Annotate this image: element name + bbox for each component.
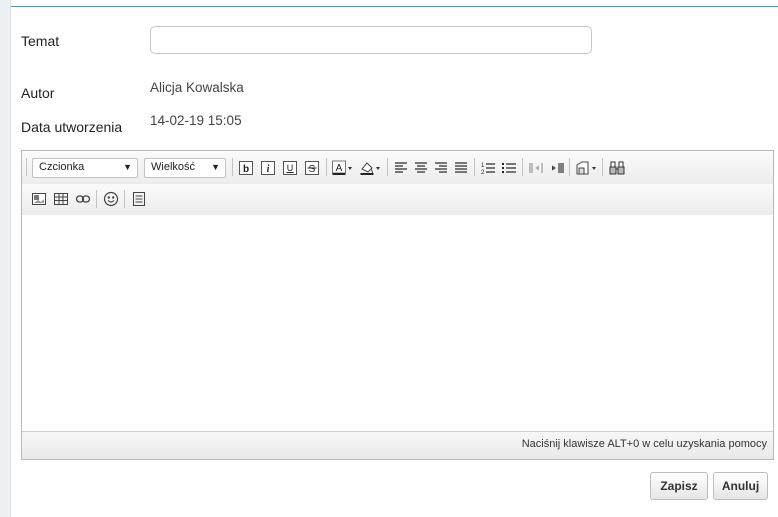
size-select[interactable]: Wielkość ▼ xyxy=(144,158,226,178)
chevron-down-icon: ▼ xyxy=(123,162,132,172)
strikethrough-icon[interactable]: S xyxy=(303,159,321,177)
top-accent-line xyxy=(11,6,778,7)
table-icon[interactable] xyxy=(52,190,70,208)
bold-icon[interactable]: b xyxy=(237,159,255,177)
toolbar-separator xyxy=(96,190,97,208)
align-right-icon[interactable] xyxy=(432,159,450,177)
link-icon[interactable] xyxy=(74,190,92,208)
image-icon[interactable] xyxy=(30,190,48,208)
toolbar-separator xyxy=(124,190,125,208)
toolbar-separator xyxy=(232,158,233,176)
toolbar-separator xyxy=(522,158,523,176)
toolbar-separator xyxy=(569,158,570,176)
size-select-label: Wielkość xyxy=(151,161,196,173)
text-color-icon[interactable]: A xyxy=(330,159,356,177)
svg-text:A: A xyxy=(336,163,343,174)
source-icon[interactable] xyxy=(130,190,148,208)
subject-label: Temat xyxy=(21,33,60,49)
save-button[interactable]: Zapisz xyxy=(650,472,708,500)
background-color-icon[interactable] xyxy=(358,159,384,177)
svg-text:b: b xyxy=(243,164,249,175)
toolbar-separator xyxy=(387,158,388,176)
indent-icon[interactable] xyxy=(547,159,565,177)
underline-icon[interactable]: U xyxy=(281,159,299,177)
align-justify-icon[interactable] xyxy=(452,159,470,177)
font-select-label: Czcionka xyxy=(39,161,85,173)
align-left-icon[interactable] xyxy=(392,159,410,177)
svg-text:1: 1 xyxy=(481,163,485,169)
svg-text:i: i xyxy=(267,164,270,175)
created-date-value: 14-02-19 15:05 xyxy=(150,113,242,128)
created-date-label: Data utworzenia xyxy=(21,119,123,135)
italic-icon[interactable]: i xyxy=(259,159,277,177)
bulleted-list-icon[interactable] xyxy=(500,159,518,177)
font-select[interactable]: Czcionka ▼ xyxy=(32,158,138,178)
author-value: Alicja Kowalska xyxy=(150,80,244,95)
chevron-down-icon: ▼ xyxy=(211,162,220,172)
subject-input[interactable] xyxy=(150,26,592,54)
editor-status-bar: Naciśnij klawisze ALT+0 w celu uzyskania… xyxy=(22,431,773,459)
align-center-icon[interactable] xyxy=(412,159,430,177)
cancel-button[interactable]: Anuluj xyxy=(713,472,768,500)
author-label: Autor xyxy=(21,85,55,101)
svg-text:S: S xyxy=(309,164,316,175)
numbered-list-icon[interactable]: 12 xyxy=(479,159,497,177)
rich-text-editor: Czcionka ▼ Wielkość ▼ b i U S A 1 2 Naci… xyxy=(21,150,774,460)
svg-text:U: U xyxy=(287,163,294,173)
editor-content-area[interactable] xyxy=(22,215,773,433)
editor-toolbar-row-1: Czcionka ▼ Wielkość ▼ b i U S A 1 2 xyxy=(22,151,773,185)
emoticon-icon[interactable] xyxy=(102,190,120,208)
outdent-icon[interactable] xyxy=(527,159,545,177)
editor-toolbar-row-2 xyxy=(22,184,773,216)
toolbar-separator xyxy=(26,158,27,176)
toolbar-separator xyxy=(474,158,475,176)
find-icon[interactable] xyxy=(608,159,626,177)
left-panel-edge xyxy=(0,0,11,517)
toolbar-separator xyxy=(326,158,327,176)
toolbar-separator xyxy=(602,158,603,176)
styles-icon[interactable] xyxy=(574,159,600,177)
svg-text:2: 2 xyxy=(481,170,485,176)
help-hint-text: Naciśnij klawisze ALT+0 w celu uzyskania… xyxy=(521,438,767,450)
